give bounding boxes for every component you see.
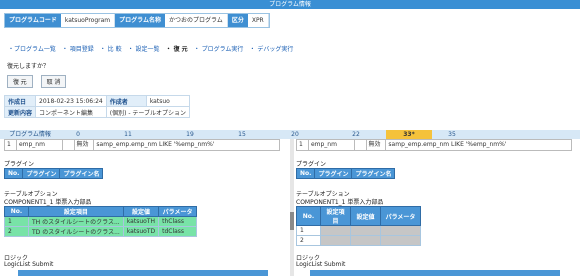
right-prop-name: emp_nm <box>309 140 355 150</box>
pane-divider <box>290 139 294 276</box>
left-plugin-col-no: No. <box>4 168 24 179</box>
left-option-col-value: 設定値 <box>122 206 160 217</box>
right-logic-table-header <box>310 270 560 276</box>
kubun-label: 区分 <box>227 14 248 27</box>
left-plugin-table: No. プラグイン プラグイン名 <box>4 168 104 179</box>
right-opt-r1-param <box>380 225 421 236</box>
author-label: 作成者 <box>105 95 147 107</box>
left-option-col-no: No. <box>4 206 29 217</box>
right-plugin-col-no: No. <box>296 168 316 179</box>
confirm-question: 復元しますか？ <box>7 63 50 70</box>
left-component-name: COMPONENT1_1 単票入力部品 <box>4 199 92 206</box>
kubun-value: XPR <box>247 14 269 27</box>
vertical-scrollbar[interactable] <box>290 212 294 230</box>
right-prop-flag <box>355 140 367 150</box>
right-option-table: No. 設定項目 設定値 パラメータ 1 2 <box>296 206 421 246</box>
action-links: ・プログラム一覧 ・ 項目登録 ・ 比 較 ・ 設定一覧 ・ 復 元 ・ プログ… <box>8 44 293 53</box>
right-option-col-param: パラメータ <box>380 206 421 226</box>
right-opt-r2-param <box>380 235 421 246</box>
tabs-header: プログラム情報 <box>9 131 51 138</box>
created-value: 2018-02-23 15:06:24 <box>35 95 107 107</box>
left-option-col-param: パラメータ <box>158 206 198 217</box>
right-plugin-col-name: プラグイン名 <box>351 168 396 179</box>
right-plugin-title: プラグイン <box>296 161 327 168</box>
left-opt-r2-param: tdClass <box>158 226 198 237</box>
author-value: katsuo <box>145 95 191 107</box>
right-opt-r2-value <box>350 235 381 246</box>
compare-link[interactable]: ・ 比 較 <box>100 44 122 53</box>
table-row: 2 <box>296 235 421 246</box>
left-pane: 1 emp_nm 無効 samp_emp.emp_nm LIKE '%emp_n… <box>4 139 288 276</box>
right-logic-sub: LogicList Submit <box>296 261 346 268</box>
tab-0[interactable]: 0 <box>60 130 96 139</box>
table-row: 1 TH のスタイルシートのクラス... katsuoTH thClass <box>4 216 198 227</box>
left-opt-r1-param: thClass <box>158 216 198 227</box>
restore-button[interactable]: 復 元 <box>7 75 33 88</box>
right-plugin-col-plugin: プラグイン <box>314 168 353 179</box>
right-option-col-item: 設定項目 <box>320 206 351 226</box>
created-label: 作成日 <box>3 95 37 107</box>
left-plugin-title: プラグイン <box>4 161 35 168</box>
right-option-col-no: No. <box>296 206 321 226</box>
settings-list-link[interactable]: ・ 設定一覧 <box>128 44 160 53</box>
update-value: コンポーネント編集 <box>35 106 107 118</box>
left-prop-no: 1 <box>5 140 17 150</box>
right-opt-r1-value <box>350 225 381 236</box>
left-prop-flag <box>63 140 75 150</box>
right-plugin-table: No. プラグイン プラグイン名 <box>296 168 396 179</box>
tab-19[interactable]: 19 <box>160 130 220 139</box>
right-prop-row: 1 emp_nm 無効 samp_emp.emp_nm LIKE '%emp_n… <box>296 139 572 151</box>
right-prop-expr: samp_emp.emp_nm LIKE '%emp_nm%' <box>388 141 507 148</box>
table-row: 1 <box>296 225 421 236</box>
right-opt-r1-item <box>320 225 351 236</box>
left-prop-expr: samp_emp.emp_nm LIKE '%emp_nm%' <box>96 141 215 148</box>
left-opt-r1-item: TH のスタイルシートのクラス... <box>28 216 124 227</box>
tab-20[interactable]: 20 <box>264 130 326 139</box>
left-opt-r2-no: 2 <box>4 226 29 237</box>
right-component-name: COMPONENT1_1 単票入力部品 <box>296 199 384 206</box>
cancel-button[interactable]: 取 消 <box>40 75 67 88</box>
left-option-col-item: 設定項目 <box>28 206 124 217</box>
right-opt-r1-no: 1 <box>296 225 321 236</box>
revision-tabs: プログラム情報 0 11 19 15 20 22 33* 35 <box>0 130 580 139</box>
left-logic-table-header <box>18 270 268 276</box>
left-prop-row: 1 emp_nm 無効 samp_emp.emp_nm LIKE '%emp_n… <box>4 139 280 151</box>
left-plugin-col-name: プラグイン名 <box>59 168 104 179</box>
tab-35[interactable]: 35 <box>432 130 472 139</box>
program-code-label: プログラムコード <box>5 14 61 27</box>
left-opt-r1-value: katsuoTH <box>122 216 160 227</box>
left-prop-status: 無効 <box>75 140 95 150</box>
left-plugin-col-plugin: プラグイン <box>22 168 61 179</box>
tab-22[interactable]: 22 <box>326 130 386 139</box>
update-label: 更新内容 <box>3 106 37 118</box>
program-name-value: かつおのプログラム <box>164 14 228 27</box>
program-info-bar: プログラムコード katsuoProgram プログラム名称 かつおのプログラム… <box>4 13 270 28</box>
left-opt-r2-item: TD のスタイルシートのクラス... <box>28 226 124 237</box>
right-option-col-value: 設定値 <box>350 206 381 226</box>
revision-meta-table: 作成日 2018-02-23 15:06:24 作成者 katsuo 更新内容 … <box>3 95 191 118</box>
right-prop-status: 無効 <box>367 140 387 150</box>
right-prop-no: 1 <box>297 140 309 150</box>
right-opt-r2-item <box>320 235 351 246</box>
debug-run-link[interactable]: ・ デバッグ実行 <box>249 44 293 53</box>
right-pane: 1 emp_nm 無効 samp_emp.emp_nm LIKE '%emp_n… <box>296 139 576 276</box>
tab-15[interactable]: 15 <box>220 130 264 139</box>
item-register-link[interactable]: ・ 項目登録 <box>62 44 94 53</box>
program-list-link[interactable]: ・プログラム一覧 <box>8 44 56 53</box>
program-code-value: katsuoProgram <box>60 14 116 27</box>
revert-link: ・ 復 元 <box>165 46 188 53</box>
run-program-link[interactable]: ・ プログラム実行 <box>194 44 244 53</box>
tab-33-active[interactable]: 33* <box>386 130 432 139</box>
update-extra: (個別) ‐ テーブルオプション <box>105 106 191 118</box>
window-title: プログラム情報 <box>0 0 580 9</box>
left-prop-name: emp_nm <box>17 140 63 150</box>
table-row: 2 TD のスタイルシートのクラス... katsuoTD tdClass <box>4 226 198 237</box>
left-option-table: No. 設定項目 設定値 パラメータ 1 TH のスタイルシートのクラス... … <box>4 206 198 237</box>
tab-11[interactable]: 11 <box>96 130 160 139</box>
right-opt-r2-no: 2 <box>296 235 321 246</box>
program-name-label: プログラム名称 <box>115 14 165 27</box>
left-opt-r2-value: katsuoTD <box>122 226 160 237</box>
left-logic-sub: LogicList Submit <box>4 261 54 268</box>
left-opt-r1-no: 1 <box>4 216 29 227</box>
